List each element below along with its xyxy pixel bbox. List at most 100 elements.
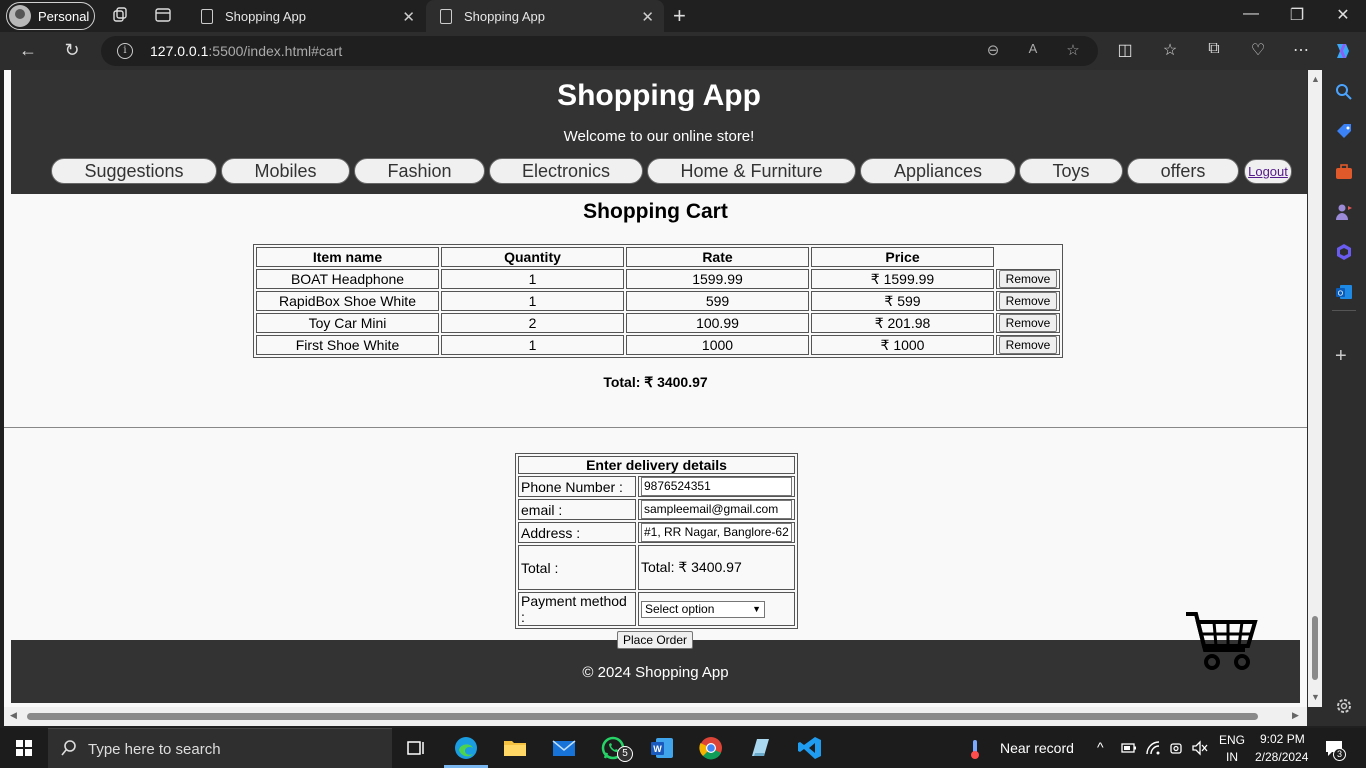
address-cell: #1, RR Nagar, Banglore-62 (638, 522, 795, 543)
tab-shopping-app-2[interactable]: Shopping App ✕ (426, 0, 664, 32)
search-placeholder: Type here to search (88, 741, 221, 758)
nav-mobiles[interactable]: Mobiles (221, 158, 350, 184)
thermometer-icon[interactable] (968, 738, 982, 760)
outlook-icon[interactable]: O (1334, 282, 1354, 302)
email-input[interactable]: sampleemail@gmail.com (641, 500, 792, 519)
vertical-scrollbar[interactable]: ▲ ▼ (1308, 70, 1322, 707)
close-tab-icon[interactable]: ✕ (402, 8, 415, 26)
add-sidebar-app-icon[interactable]: + (1335, 345, 1347, 368)
tab-shopping-app-1[interactable]: Shopping App ✕ (187, 0, 425, 32)
clock-date[interactable]: 2/28/2024 (1255, 750, 1308, 764)
scroll-up-icon[interactable]: ▲ (1311, 74, 1320, 84)
games-icon[interactable] (1334, 202, 1354, 222)
item-name: RapidBox Shoe White (256, 291, 439, 311)
item-qty: 1 (441, 335, 624, 355)
task-view-icon[interactable] (402, 734, 430, 762)
workspaces-icon[interactable] (111, 6, 129, 24)
place-order-button[interactable]: Place Order (617, 631, 693, 649)
browser-viewport: Shopping App Welcome to our online store… (4, 70, 1322, 726)
email-label: email : (518, 499, 636, 520)
remove-button[interactable]: Remove (999, 314, 1057, 332)
nav-appliances[interactable]: Appliances (860, 158, 1016, 184)
refresh-icon[interactable]: ↻ (60, 40, 84, 61)
browser-essentials-icon[interactable]: ♡ (1247, 40, 1269, 60)
payment-select[interactable]: Select option ▼ (641, 600, 765, 618)
favorite-star-icon[interactable]: ☆ (1063, 41, 1083, 59)
vscode-icon[interactable] (796, 734, 824, 762)
site-info-icon[interactable]: i (117, 43, 133, 59)
col-action (996, 247, 1060, 267)
nav-offers[interactable]: offers (1127, 158, 1239, 184)
scroll-down-icon[interactable]: ▼ (1311, 692, 1320, 702)
address-bar[interactable]: i 127.0.0.1:5500/index.html#cart ⊖ A ☆ (101, 36, 1098, 66)
new-tab-icon[interactable]: + (673, 3, 693, 29)
table-row: BOAT Headphone 1 1599.99 ₹ 1599.99 Remov… (256, 269, 1060, 289)
volume-muted-icon[interactable] (1191, 740, 1209, 756)
phone-input[interactable]: 9876524351 (641, 477, 792, 496)
search-icon (61, 740, 76, 756)
sidebar-divider (1332, 310, 1356, 311)
item-name: First Shoe White (256, 335, 439, 355)
split-screen-icon[interactable]: ◫ (1114, 40, 1136, 60)
tools-icon[interactable] (1334, 162, 1354, 182)
nav-toys[interactable]: Toys (1019, 158, 1123, 184)
restore-icon[interactable]: ❐ (1282, 5, 1312, 25)
scroll-left-icon[interactable]: ◀ (10, 710, 17, 721)
notepad-icon[interactable] (746, 734, 774, 762)
copilot-icon[interactable] (1332, 40, 1354, 62)
zoom-out-icon[interactable]: ⊖ (983, 41, 1003, 59)
close-window-icon[interactable]: ✕ (1328, 5, 1358, 25)
remove-button[interactable]: Remove (999, 292, 1057, 310)
microsoft-365-icon[interactable] (1334, 242, 1354, 262)
horizontal-scrollbar[interactable]: ◀ ▶ (4, 707, 1307, 726)
delivery-form: Enter delivery details Phone Number : 98… (515, 453, 798, 629)
profile-button[interactable]: Personal (6, 2, 95, 30)
minimize-icon[interactable]: — (1236, 5, 1266, 23)
show-hidden-icons[interactable]: ^ (1097, 739, 1104, 755)
nav-home-furniture[interactable]: Home & Furniture (647, 158, 856, 184)
address-input[interactable]: #1, RR Nagar, Banglore-62 (641, 523, 792, 542)
nav-suggestions[interactable]: Suggestions (51, 158, 217, 184)
edge-icon[interactable] (452, 734, 480, 762)
read-aloud-icon[interactable]: A (1023, 41, 1043, 56)
sidebar-settings-icon[interactable] (1334, 696, 1354, 716)
battery-icon[interactable] (1121, 742, 1137, 754)
more-icon[interactable]: ⋯ (1290, 40, 1312, 60)
total-value: Total: ₹ 3400.97 (638, 545, 795, 590)
shopping-cart-icon[interactable] (1184, 610, 1258, 672)
file-explorer-icon[interactable] (501, 734, 529, 762)
item-name: BOAT Headphone (256, 269, 439, 289)
tab-actions-icon[interactable] (154, 6, 172, 24)
network-icon[interactable] (1145, 740, 1163, 756)
favorites-icon[interactable]: ☆ (1159, 40, 1181, 60)
nav-electronics[interactable]: Electronics (489, 158, 643, 184)
weather-text[interactable]: Near record (1000, 740, 1074, 756)
close-tab-icon[interactable]: ✕ (641, 8, 654, 26)
back-icon[interactable]: ← (16, 40, 40, 61)
remove-button[interactable]: Remove (999, 336, 1057, 354)
url-text[interactable]: 127.0.0.1:5500/index.html#cart (150, 43, 342, 59)
mail-icon[interactable] (550, 734, 578, 762)
taskbar-search[interactable]: Type here to search (48, 728, 392, 768)
nav-fashion[interactable]: Fashion (354, 158, 485, 184)
remove-button[interactable]: Remove (999, 270, 1057, 288)
item-rate: 1000 (626, 335, 809, 355)
logout-link[interactable]: Logout (1244, 159, 1292, 184)
item-price: ₹ 1000 (811, 335, 994, 355)
site-title: Shopping App (557, 79, 761, 112)
collections-icon[interactable]: ⧉ (1203, 40, 1225, 58)
site-header: Shopping App Welcome to our online store… (11, 70, 1307, 194)
chrome-icon[interactable] (697, 734, 725, 762)
meet-now-icon[interactable] (1168, 740, 1184, 756)
windows-start-icon[interactable] (16, 740, 32, 756)
horizontal-scroll-thumb[interactable] (27, 713, 1258, 720)
shopping-tag-icon[interactable] (1334, 122, 1354, 142)
region-text[interactable]: IN (1226, 750, 1238, 764)
scroll-right-icon[interactable]: ▶ (1292, 710, 1299, 721)
word-icon[interactable]: W (648, 734, 676, 762)
language-text[interactable]: ENG (1219, 733, 1245, 747)
vertical-scroll-thumb[interactable] (1312, 616, 1318, 680)
search-icon[interactable] (1334, 82, 1354, 102)
clock-time[interactable]: 9:02 PM (1260, 732, 1305, 746)
payment-label: Payment method : (518, 592, 636, 626)
